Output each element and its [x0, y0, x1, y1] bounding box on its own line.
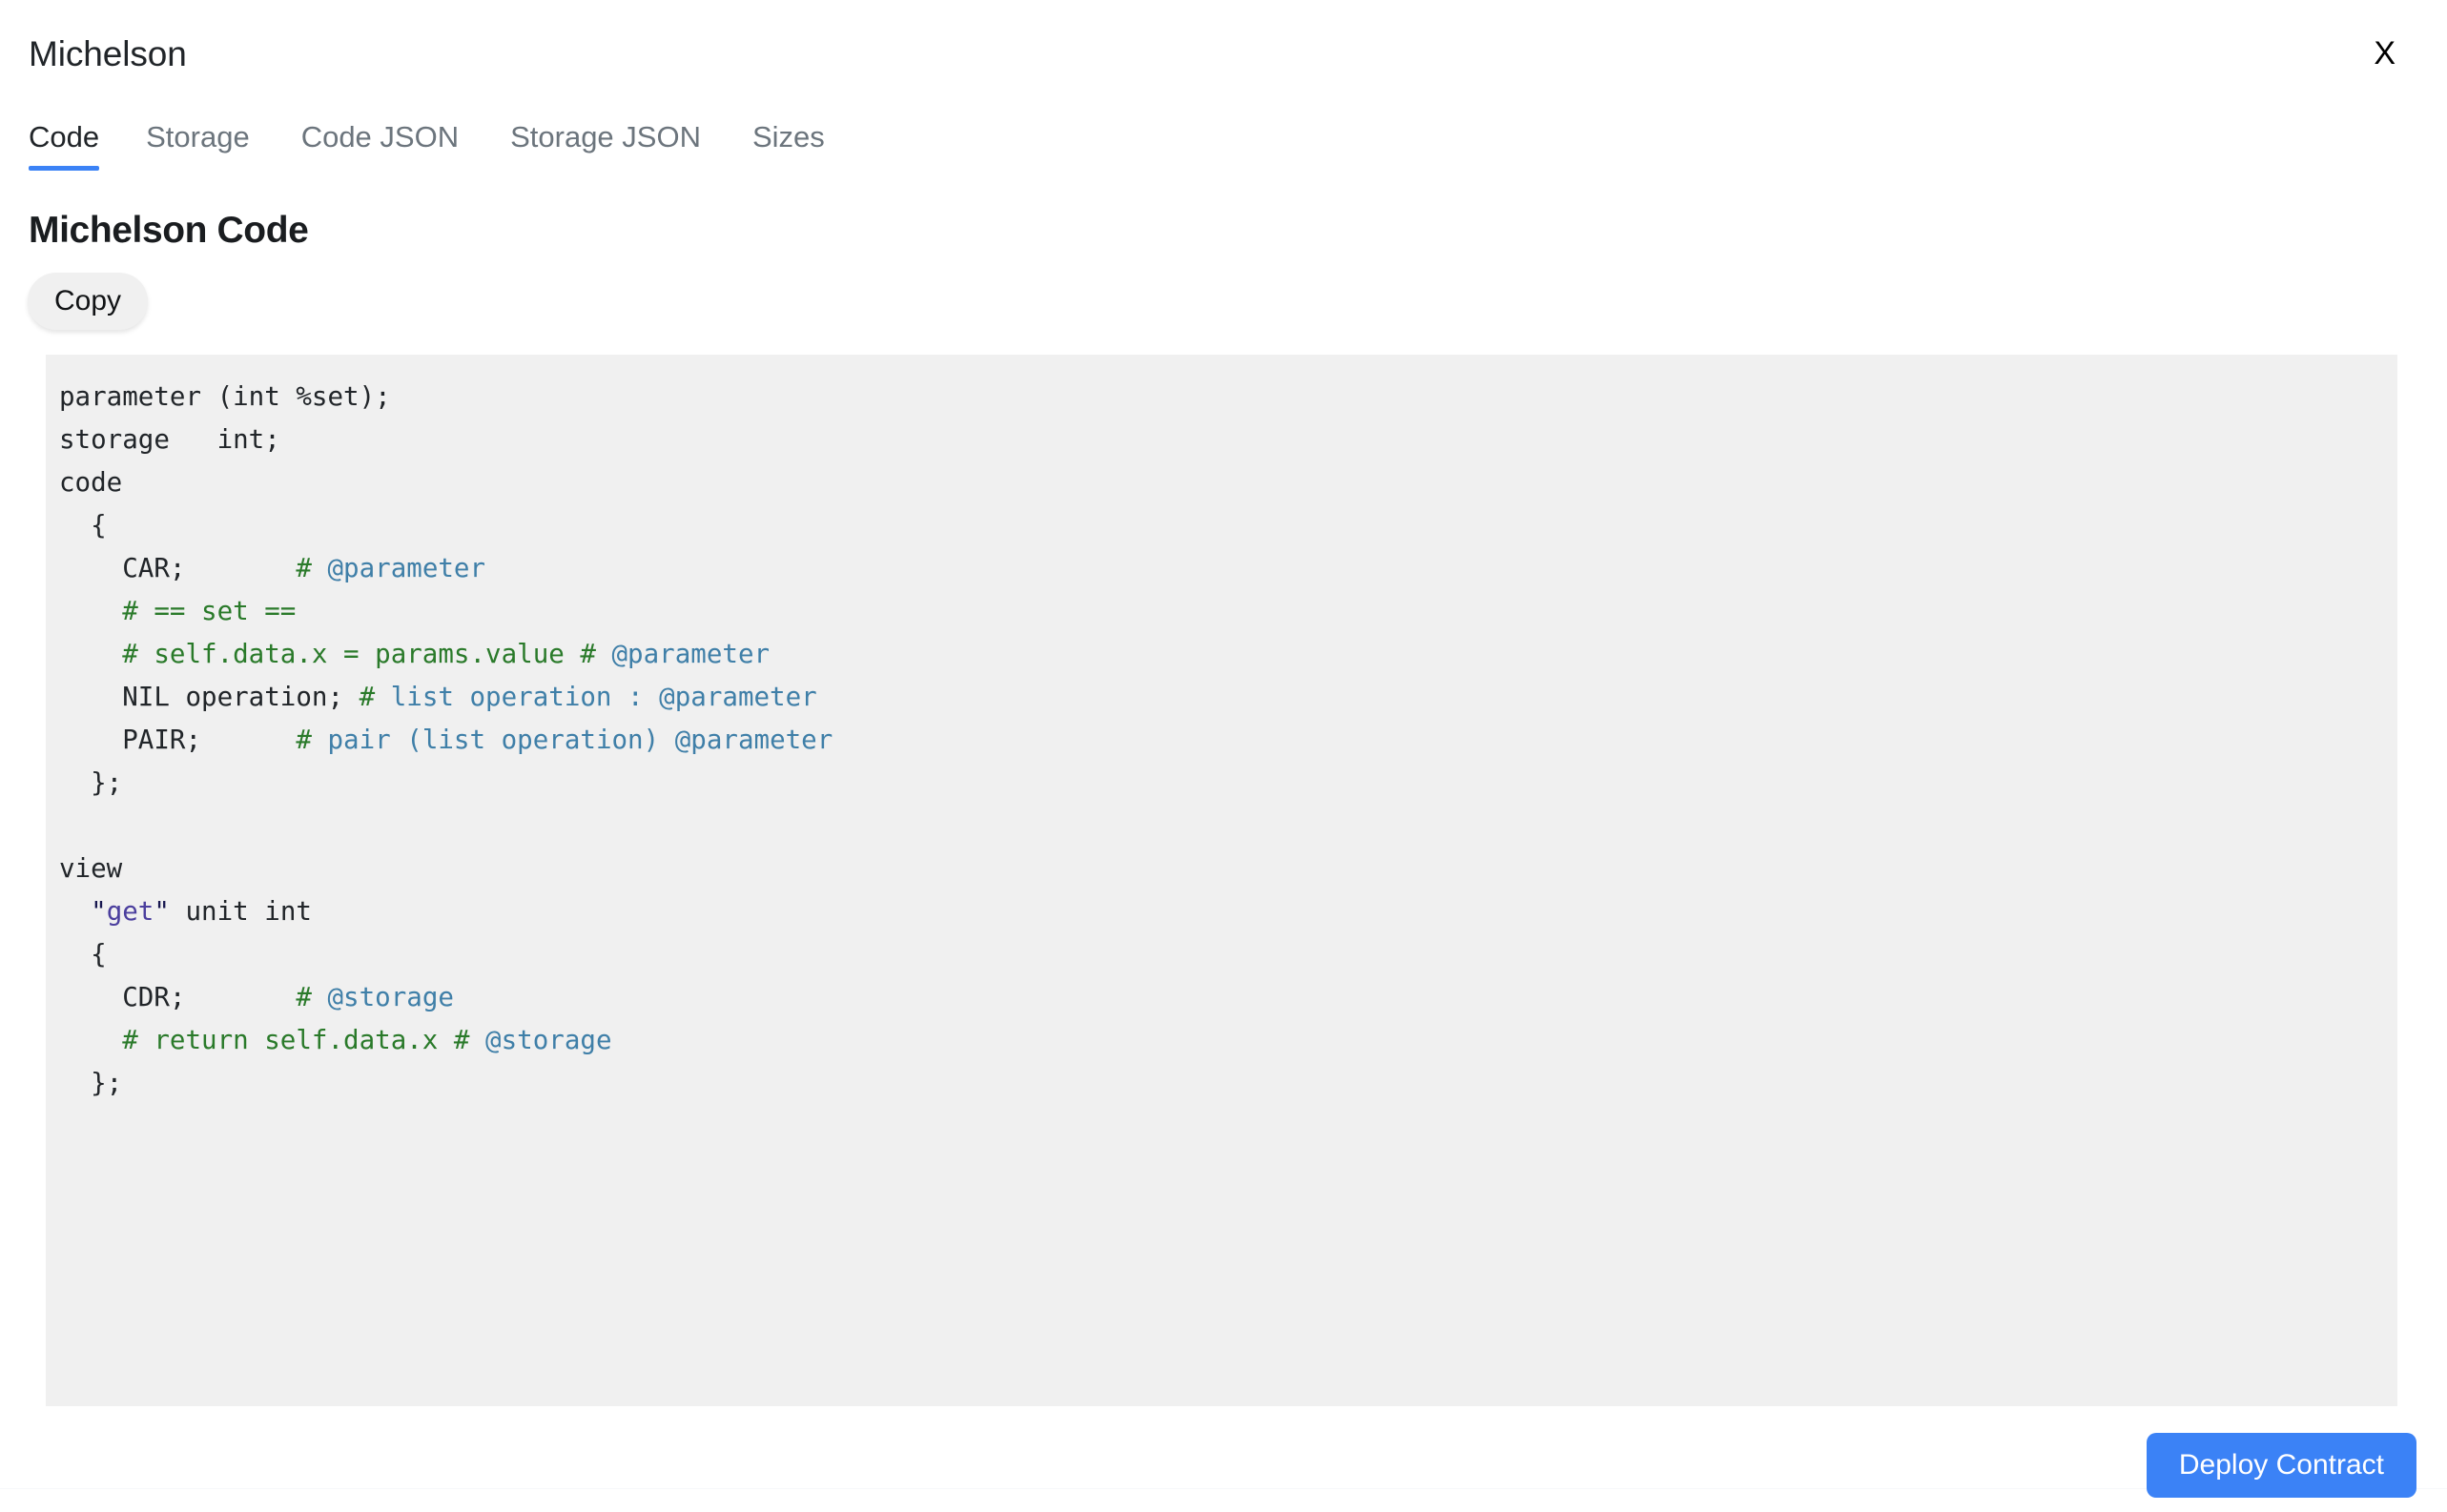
tab-code-json[interactable]: Code JSON: [276, 114, 484, 171]
tab-storage-json[interactable]: Storage JSON: [484, 114, 727, 171]
modal-header: Michelson X: [0, 0, 2447, 107]
michelson-code-block[interactable]: parameter (int %set); storage int; code …: [46, 355, 2397, 1406]
modal-footer: Deploy Contract: [0, 1406, 2447, 1512]
michelson-modal: Michelson X Code Storage Code JSON Stora…: [0, 0, 2447, 1512]
tab-code[interactable]: Code: [29, 114, 120, 171]
close-icon[interactable]: X: [2364, 33, 2405, 73]
deploy-contract-button[interactable]: Deploy Contract: [2147, 1433, 2416, 1498]
tab-storage[interactable]: Storage: [120, 114, 276, 171]
copy-button[interactable]: Copy: [28, 273, 148, 330]
tab-sizes[interactable]: Sizes: [727, 114, 851, 171]
tab-bar: Code Storage Code JSON Storage JSON Size…: [29, 114, 851, 171]
window-title: Michelson: [29, 36, 187, 72]
code-content: parameter (int %set); storage int; code …: [59, 376, 2397, 1105]
page-title: Michelson Code: [29, 212, 308, 249]
footer-divider: [0, 1488, 2447, 1489]
